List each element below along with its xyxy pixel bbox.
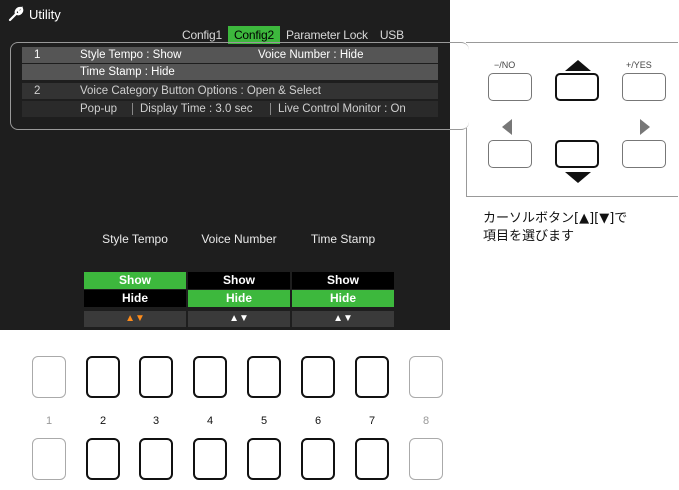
upper-button-3[interactable] xyxy=(139,356,173,398)
caption-line: 項目を選びます xyxy=(483,229,575,244)
button-number: 6 xyxy=(314,415,322,427)
cursor-up-button[interactable] xyxy=(555,73,599,101)
column-time-stamp[interactable]: Time Stamp Show Hide ▲▼ xyxy=(292,226,394,330)
up-down-arrows-icon: ▲▼ xyxy=(292,311,394,327)
lower-button-5[interactable] xyxy=(247,438,281,480)
option-show[interactable]: Show xyxy=(188,272,290,289)
plus-yes-button[interactable] xyxy=(622,73,666,101)
wrench-icon xyxy=(8,6,24,22)
column-header: Time Stamp xyxy=(310,232,376,246)
upper-button-1[interactable] xyxy=(32,356,66,398)
value-columns: Style Tempo Show Hide ▲▼ Voice Number Sh… xyxy=(84,226,396,330)
minus-no-label: −/NO xyxy=(494,60,516,70)
cursor-left-button[interactable] xyxy=(488,140,532,168)
lower-button-1[interactable] xyxy=(32,438,66,480)
left-arrow-icon xyxy=(502,119,512,135)
page-title: Utility xyxy=(29,6,61,22)
column-header: Voice Number xyxy=(201,232,277,246)
lower-button-7[interactable] xyxy=(355,438,389,480)
instruction-caption: カーソルボタン[▲][▼]で 項目を選びます xyxy=(483,210,627,246)
option-hide[interactable]: Hide xyxy=(292,290,394,307)
upper-button-6[interactable] xyxy=(301,356,335,398)
right-arrow-icon xyxy=(640,119,650,135)
callout-line xyxy=(466,128,467,196)
button-number: 1 xyxy=(45,415,53,427)
callout-line xyxy=(466,42,678,43)
column-style-tempo[interactable]: Style Tempo Show Hide ▲▼ xyxy=(84,226,186,330)
option-hide[interactable]: Hide xyxy=(188,290,290,307)
up-down-arrows-icon: ▲▼ xyxy=(188,311,290,327)
lower-button-6[interactable] xyxy=(301,438,335,480)
button-number: 7 xyxy=(368,415,376,427)
column-voice-number[interactable]: Voice Number Show Hide ▲▼ xyxy=(188,226,290,330)
option-show[interactable]: Show xyxy=(84,272,186,289)
button-number: 5 xyxy=(260,415,268,427)
minus-no-button[interactable] xyxy=(488,73,532,101)
upper-button-8[interactable] xyxy=(409,356,443,398)
callout-line xyxy=(466,196,678,197)
cursor-down-button[interactable] xyxy=(555,140,599,168)
title-bar: Utility xyxy=(8,4,61,24)
caption-line: カーソルボタン[▲][▼]で xyxy=(483,211,628,226)
lower-button-3[interactable] xyxy=(139,438,173,480)
upper-button-2[interactable] xyxy=(86,356,120,398)
lower-button-8[interactable] xyxy=(409,438,443,480)
up-arrow-icon xyxy=(565,60,591,71)
upper-button-5[interactable] xyxy=(247,356,281,398)
button-number: 3 xyxy=(152,415,160,427)
upper-button-4[interactable] xyxy=(193,356,227,398)
callout-bracket xyxy=(10,42,469,130)
option-show[interactable]: Show xyxy=(292,272,394,289)
button-number: 2 xyxy=(99,415,107,427)
upper-button-7[interactable] xyxy=(355,356,389,398)
cursor-right-button[interactable] xyxy=(622,140,666,168)
down-arrow-icon xyxy=(565,172,591,183)
lower-button-2[interactable] xyxy=(86,438,120,480)
plus-yes-label: +/YES xyxy=(626,60,652,70)
lower-button-4[interactable] xyxy=(193,438,227,480)
button-number: 4 xyxy=(206,415,214,427)
column-header: Style Tempo xyxy=(102,232,168,246)
button-number: 8 xyxy=(422,415,430,427)
option-hide[interactable]: Hide xyxy=(84,290,186,307)
up-down-arrows-icon: ▲▼ xyxy=(84,311,186,327)
